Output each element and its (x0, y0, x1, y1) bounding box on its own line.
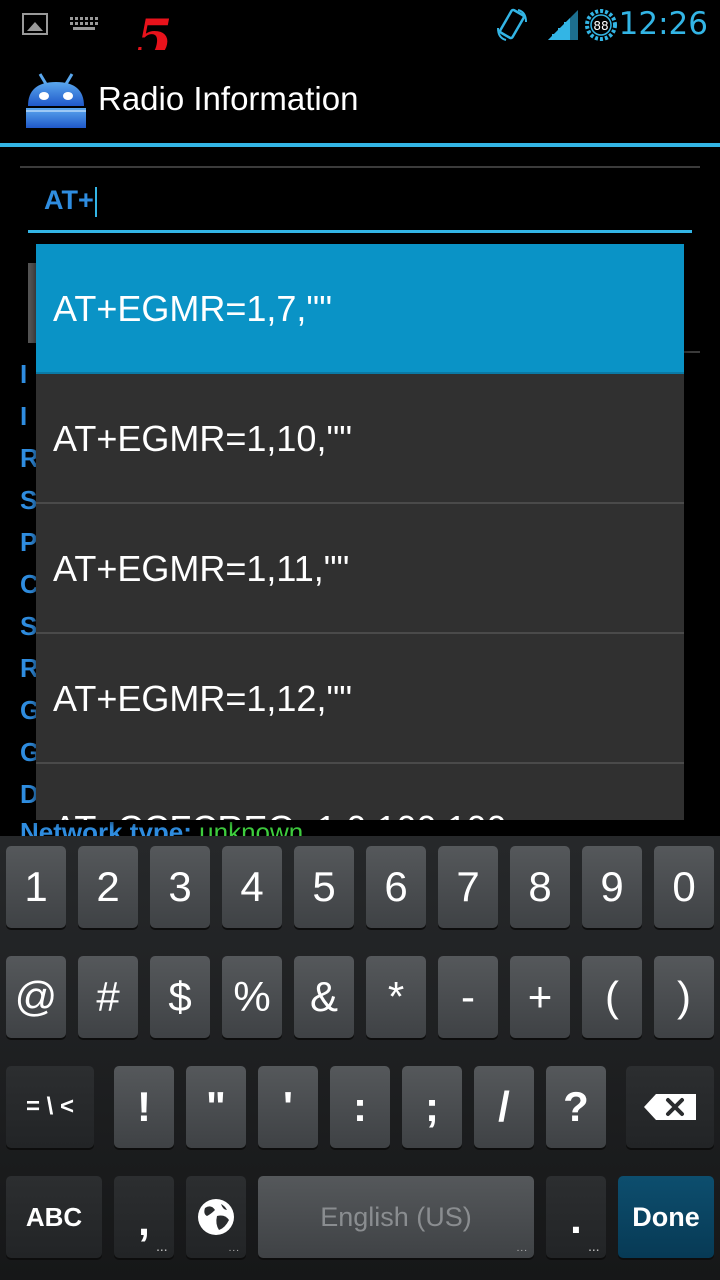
at-command-value: AT+ (44, 185, 94, 215)
key-open-paren[interactable]: ( (582, 956, 642, 1038)
key-9[interactable]: 9 (582, 846, 642, 928)
autocomplete-item[interactable]: AT+EGMR=1,10,"" (36, 374, 684, 504)
key-percent[interactable]: % (222, 956, 282, 1038)
clock: 12:26 (618, 6, 708, 42)
key-4[interactable]: 4 (222, 846, 282, 928)
info-label: S (20, 485, 38, 515)
autocomplete-item[interactable]: AT+CCFCREQ=1,0,100,100 (36, 764, 684, 820)
at-command-input[interactable]: AT+ (28, 185, 692, 233)
info-label: S (20, 611, 38, 641)
key-asterisk[interactable]: * (366, 956, 426, 1038)
key-dollar[interactable]: $ (150, 956, 210, 1038)
key-minus[interactable]: - (438, 956, 498, 1038)
rotation-icon (497, 8, 527, 41)
autocomplete-item[interactable]: AT+EGMR=1,11,"" (36, 504, 684, 634)
key-2[interactable]: 2 (78, 846, 138, 928)
key-5[interactable]: 5 (294, 846, 354, 928)
autocomplete-item[interactable]: AT+EGMR=1,12,"" (36, 634, 684, 764)
battery-icon: 88 (585, 9, 617, 41)
more-keys-indicator: ... (588, 1243, 600, 1254)
action-bar: Radio Information (0, 50, 720, 144)
info-label: P (20, 527, 38, 557)
key-1[interactable]: 1 (6, 846, 66, 928)
key-at[interactable]: @ (6, 956, 66, 1038)
key-double-quote[interactable]: " (186, 1066, 246, 1148)
key-7[interactable]: 7 (438, 846, 498, 928)
autocomplete-item[interactable]: AT+EGMR=1,7,"" (36, 244, 684, 374)
key-apostrophe[interactable]: ' (258, 1066, 318, 1148)
soft-keyboard: 1 2 3 4 5 6 7 8 9 0 @ # $ % & * - + ( ) … (0, 836, 720, 1280)
key-3[interactable]: 3 (150, 846, 210, 928)
gallery-notification-icon (22, 13, 48, 35)
divider (684, 351, 700, 353)
key-plus[interactable]: + (510, 956, 570, 1038)
status-bar: 5 88 12:26 (0, 0, 720, 66)
key-colon[interactable]: : (330, 1066, 390, 1148)
done-key[interactable]: Done (618, 1176, 714, 1258)
symbols-shift-key[interactable]: = \ < (6, 1066, 94, 1148)
page-title: Radio Information (98, 80, 359, 117)
key-question[interactable]: ? (546, 1066, 606, 1148)
key-hash[interactable]: # (78, 956, 138, 1038)
signal-strength-icon (548, 10, 578, 40)
more-keys-indicator: ... (228, 1243, 240, 1254)
android-robot-icon[interactable] (24, 68, 88, 130)
globe-icon (198, 1199, 234, 1235)
key-8[interactable]: 8 (510, 846, 570, 928)
text-caret (94, 186, 97, 217)
delete-key[interactable] (626, 1066, 714, 1148)
key-6[interactable]: 6 (366, 846, 426, 928)
language-switch-key[interactable]: ... (186, 1176, 246, 1258)
key-semicolon[interactable]: ; (402, 1066, 462, 1148)
key-slash[interactable]: / (474, 1066, 534, 1148)
comma-key[interactable]: , ... (114, 1176, 174, 1258)
divider (20, 166, 700, 168)
key-ampersand[interactable]: & (294, 956, 354, 1038)
backspace-icon (644, 1094, 696, 1120)
period-key[interactable]: . ... (546, 1176, 606, 1258)
info-label: I (20, 359, 28, 389)
space-key-label: English (US) (320, 1202, 472, 1232)
keyboard-notification-icon (70, 17, 98, 31)
battery-level: 88 (593, 19, 608, 33)
info-label: I (20, 401, 28, 431)
key-0[interactable]: 0 (654, 846, 714, 928)
abc-mode-key[interactable]: ABC (6, 1176, 102, 1258)
more-keys-indicator: ... (516, 1243, 528, 1254)
more-keys-indicator: ... (156, 1243, 168, 1254)
key-close-paren[interactable]: ) (654, 956, 714, 1038)
space-key[interactable]: English (US) ... (258, 1176, 534, 1258)
autocomplete-dropdown: AT+EGMR=1,7,"" AT+EGMR=1,10,"" AT+EGMR=1… (36, 244, 684, 820)
key-exclamation[interactable]: ! (114, 1066, 174, 1148)
